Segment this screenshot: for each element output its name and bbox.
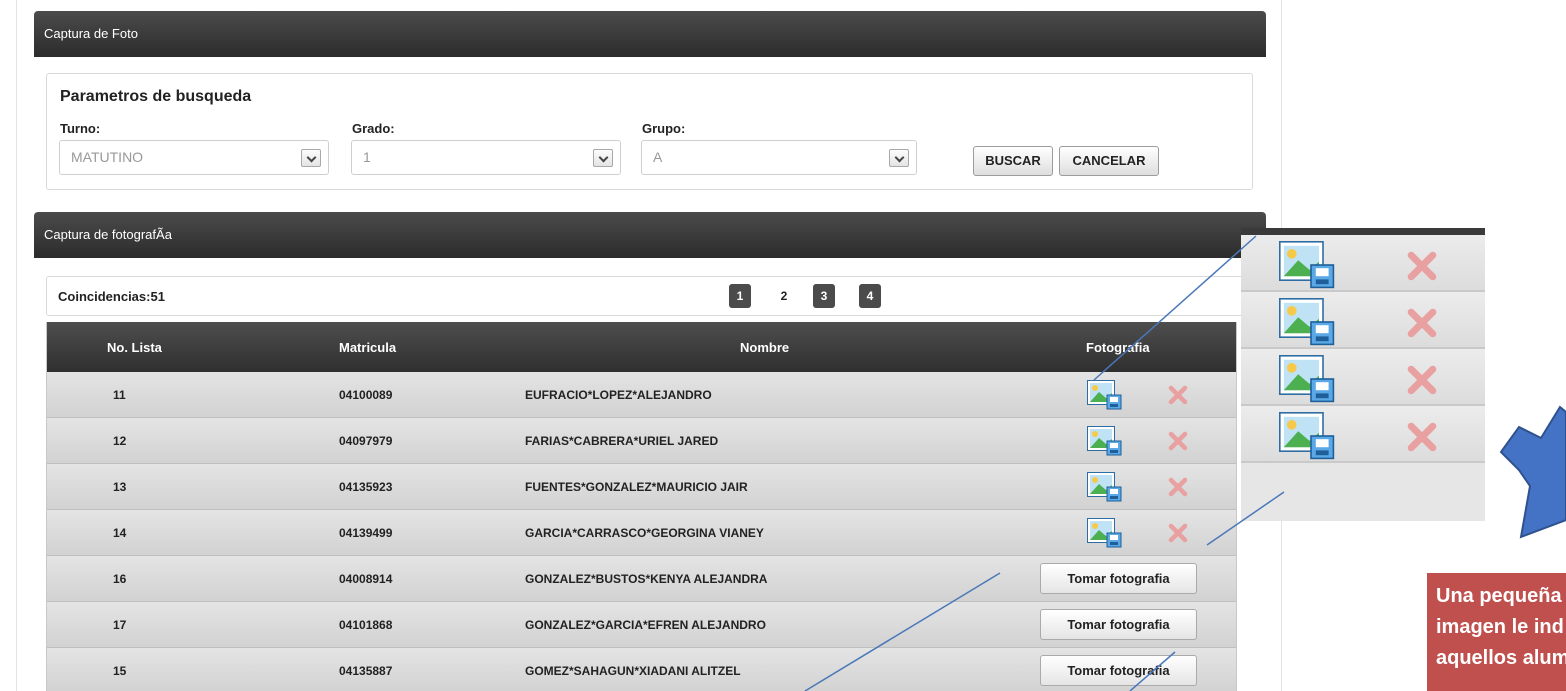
callout-line bbox=[1206, 491, 1285, 546]
callout-line bbox=[1093, 235, 1257, 381]
callout-line bbox=[804, 572, 1001, 691]
pointer-arrow bbox=[1499, 405, 1566, 539]
callout-line bbox=[1129, 651, 1176, 691]
annotation-overlay bbox=[804, 235, 1566, 691]
